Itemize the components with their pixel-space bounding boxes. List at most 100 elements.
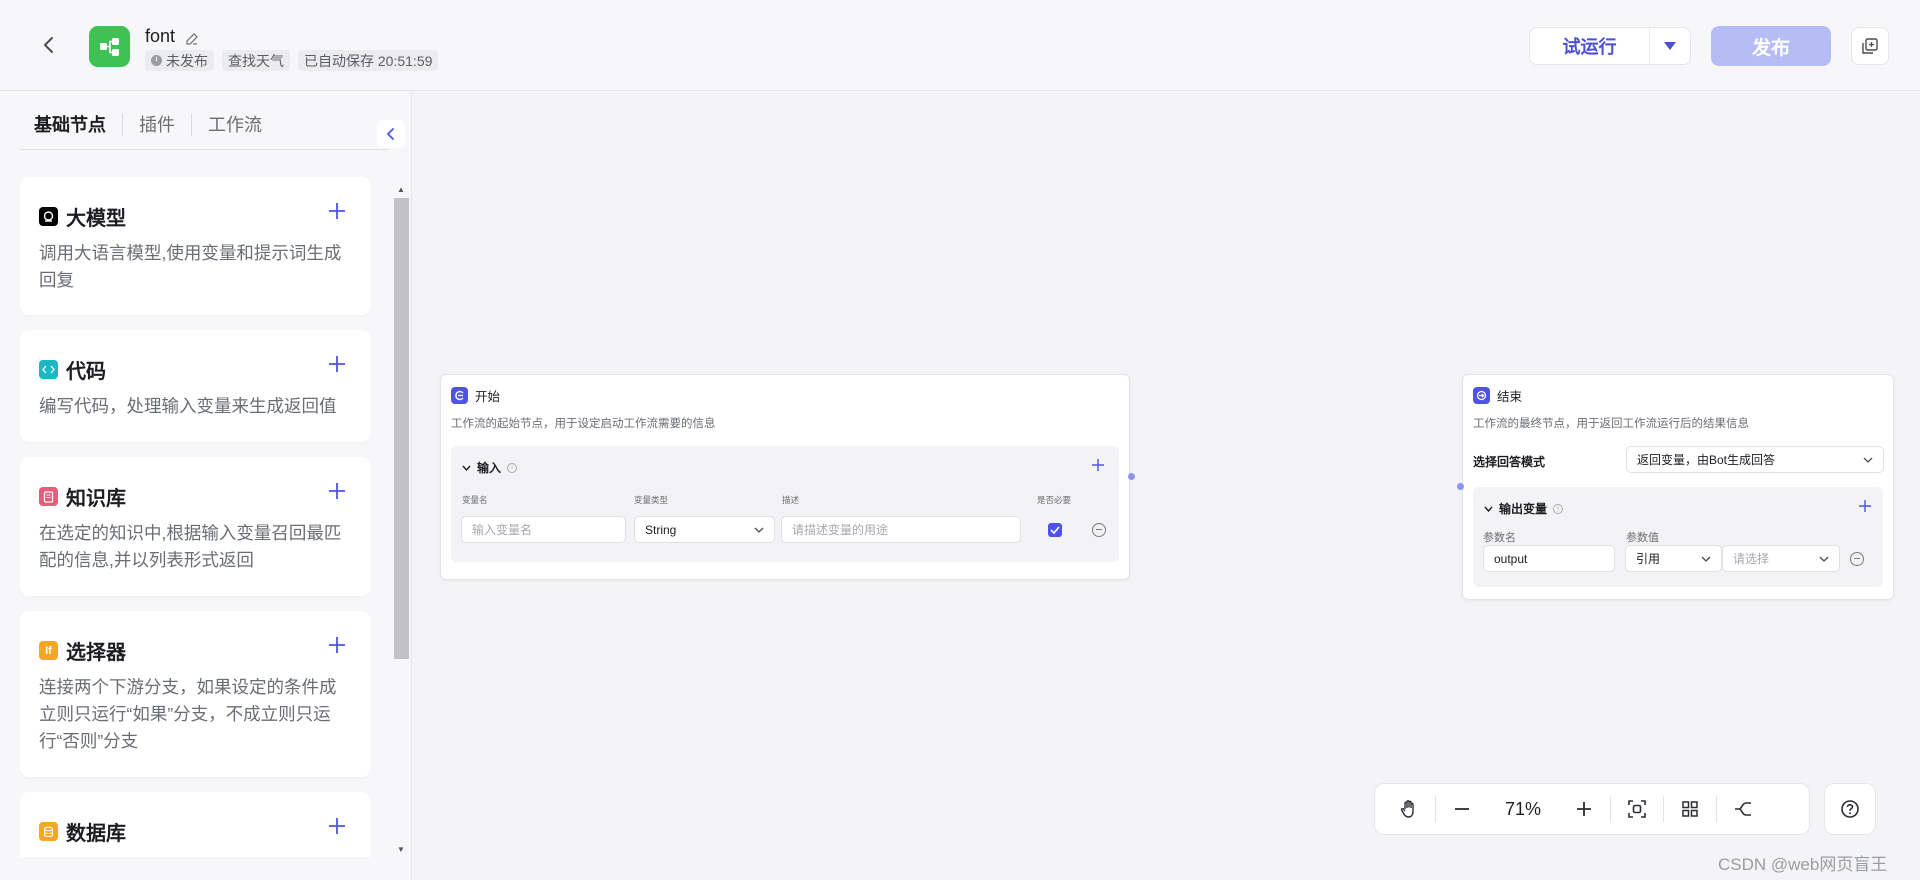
node-name: 代码 [66, 361, 106, 383]
node-card-code[interactable]: 代码 编写代码，处理输入变量来生成返回值 [20, 330, 371, 442]
section-title-text: 输出变量 [1499, 502, 1548, 516]
copy-icon [1862, 38, 1878, 54]
test-run-button[interactable]: 试运行 [1530, 28, 1650, 64]
connector-style-icon[interactable] [1717, 783, 1769, 835]
status-tags: 未发布 查找天气 已自动保存 20:51:59 [145, 50, 439, 71]
param-value-select[interactable]: 请选择 [1722, 545, 1840, 572]
input-section-title[interactable]: 输入 i [462, 459, 518, 476]
end-icon [1473, 387, 1490, 404]
library-tabs: 基础节点 插件 工作流 [20, 114, 390, 150]
select-value: 返回变量，由Bot生成回答 [1637, 453, 1776, 467]
panel-scrollbar[interactable]: ▲ ▼ [392, 180, 410, 860]
end-node-description: 工作流的最终节点，用于返回工作流运行后的结果信息 [1473, 418, 1749, 430]
zoom-in-icon[interactable] [1558, 783, 1610, 835]
tab-workflows[interactable]: 工作流 [192, 114, 278, 136]
app-name-text: font [145, 26, 176, 46]
description-badge: 查找天气 [222, 50, 290, 71]
node-name: 大模型 [66, 208, 126, 230]
chevron-down-icon [462, 465, 471, 471]
select-value: 引用 [1636, 552, 1661, 566]
help-icon[interactable] [1824, 783, 1876, 835]
column-header: 变量类型 [634, 495, 669, 505]
node-card-database[interactable]: 数据库 [20, 792, 371, 857]
zoom-level: 71% [1504, 798, 1542, 819]
select-value: String [645, 522, 677, 537]
caret-down-icon [1664, 42, 1676, 50]
column-header: 描述 [782, 495, 800, 505]
duplicate-button[interactable] [1851, 27, 1889, 65]
clock-icon [151, 55, 162, 66]
check-icon [1050, 526, 1060, 534]
collapse-panel-button[interactable] [377, 120, 405, 148]
tab-basic-nodes[interactable]: 基础节点 [20, 114, 123, 136]
knowledge-icon [39, 487, 58, 506]
tab-plugins[interactable]: 插件 [123, 114, 192, 136]
add-node-icon[interactable] [327, 816, 347, 836]
add-node-icon[interactable] [327, 481, 347, 501]
output-section-title[interactable]: 输出变量 i [1484, 500, 1564, 517]
tag-text: 查找天气 [228, 52, 284, 69]
condition-icon: If [39, 641, 58, 660]
database-icon [39, 822, 58, 841]
node-card-condition[interactable]: If 选择器 连接两个下游分支，如果设定的条件成立则只运行“如果”分支，不成立则… [20, 611, 371, 777]
node-card-llm[interactable]: 大模型 调用大语言模型,使用变量和提示词生成回复 [20, 177, 371, 315]
publish-button[interactable]: 发布 [1711, 26, 1831, 66]
variable-description-input[interactable]: 请描述变量的用途 [781, 516, 1021, 543]
end-node[interactable]: 结束 工作流的最终节点，用于返回工作流运行后的结果信息 选择回答模式 返回变量，… [1462, 374, 1894, 600]
end-input-port[interactable] [1457, 483, 1464, 490]
node-name: 数据库 [66, 823, 126, 845]
start-node-title: 开始 [475, 390, 501, 404]
zoom-out-icon[interactable] [1436, 783, 1488, 835]
start-icon [451, 387, 468, 404]
llm-icon [39, 207, 58, 226]
edit-icon[interactable] [185, 30, 199, 45]
variable-type-select[interactable]: String [634, 516, 775, 543]
section-title-text: 输入 [477, 461, 502, 475]
tag-text: 已自动保存 20:51:59 [304, 52, 433, 69]
app-title: font [145, 26, 199, 47]
chevron-down-icon [1863, 457, 1873, 463]
node-description: 编写代码，处理输入变量来生成返回值 [39, 396, 337, 416]
publish-status-badge: 未发布 [145, 50, 214, 71]
node-description: 在选定的知识中,根据输入变量召回最匹配的信息,并以列表形式返回 [39, 523, 342, 570]
end-node-header: 结束 [1473, 386, 1522, 405]
node-description: 连接两个下游分支，如果设定的条件成立则只运行“如果”分支，不成立则只运行“否则”… [39, 677, 337, 751]
hand-tool-icon[interactable] [1383, 783, 1435, 835]
back-arrow-icon[interactable] [38, 34, 60, 56]
remove-input-icon[interactable] [1092, 523, 1106, 537]
add-node-icon[interactable] [327, 635, 347, 655]
add-input-icon[interactable] [1091, 458, 1105, 472]
add-node-icon[interactable] [327, 354, 347, 374]
info-icon[interactable]: i [507, 462, 518, 473]
add-node-icon[interactable] [327, 201, 347, 221]
select-placeholder: 请选择 [1733, 552, 1770, 566]
start-node-header: 开始 [451, 386, 500, 405]
add-output-icon[interactable] [1858, 499, 1872, 513]
node-description: 调用大语言模型,使用变量和提示词生成回复 [39, 243, 342, 290]
column-header: 参数名 [1483, 532, 1516, 544]
variable-name-input[interactable]: 输入变量名 [461, 516, 626, 543]
param-name-input[interactable]: output [1483, 545, 1615, 572]
remove-output-icon[interactable] [1850, 552, 1864, 566]
start-node[interactable]: 开始 工作流的起始节点，用于设定启动工作流需要的信息 输入 i 变量名 变量类型… [440, 374, 1130, 580]
input-section: 输入 i 变量名 变量类型 描述 是否必要 输入变量名 String 请描述变量… [451, 446, 1119, 562]
start-output-port[interactable] [1128, 473, 1135, 480]
auto-layout-icon[interactable] [1664, 783, 1716, 835]
run-dropdown-button[interactable] [1650, 28, 1690, 64]
info-icon[interactable]: i [1553, 503, 1564, 514]
scrollbar-thumb[interactable] [394, 198, 409, 659]
chevron-down-icon [754, 527, 764, 533]
start-node-description: 工作流的起始节点，用于设定启动工作流需要的信息 [451, 418, 716, 430]
scroll-up-arrow-icon[interactable]: ▲ [397, 185, 405, 194]
fit-view-icon[interactable] [1611, 783, 1663, 835]
node-name: 知识库 [66, 488, 126, 510]
node-card-knowledge[interactable]: 知识库 在选定的知识中,根据输入变量召回最匹配的信息,并以列表形式返回 [20, 457, 371, 596]
param-type-select[interactable]: 引用 [1625, 545, 1722, 572]
node-library-panel: 基础节点 插件 工作流 大模型 调用大语言模型,使用变量和提示词生成回复 代码 [0, 92, 412, 880]
required-checkbox[interactable] [1048, 523, 1062, 537]
answer-mode-select[interactable]: 返回变量，由Bot生成回答 [1626, 446, 1884, 473]
tag-text: 未发布 [166, 52, 208, 69]
watermark-text: CSDN @web网页盲王 [1718, 855, 1888, 874]
answer-mode-label: 选择回答模式 [1473, 455, 1546, 469]
scroll-down-arrow-icon[interactable]: ▼ [397, 845, 405, 854]
